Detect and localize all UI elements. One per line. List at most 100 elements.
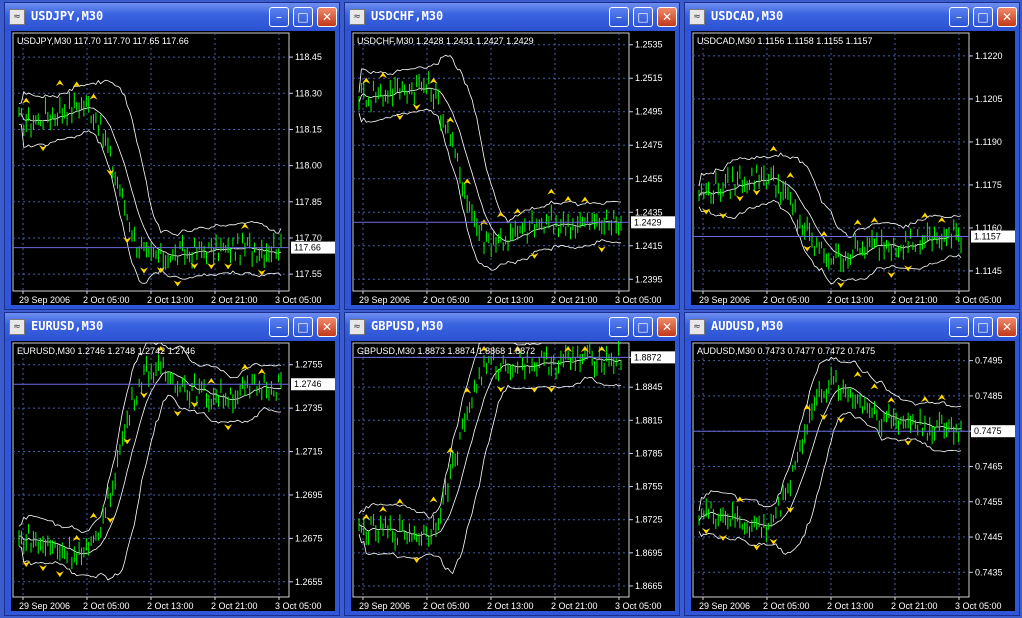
y-tick-label: 0.7455 xyxy=(975,497,1003,507)
close-icon[interactable]: ✕ xyxy=(317,7,337,27)
minimize-icon[interactable]: – xyxy=(269,317,289,337)
y-tick-label: 1.8845 xyxy=(635,382,663,392)
candlestick-plot: 1.12201.12051.11901.11751.11601.114529 S… xyxy=(692,32,1015,305)
chart-window-gbpusd[interactable]: ≈GBPUSD,M30–□✕1.88721.88451.88151.87851.… xyxy=(344,312,680,616)
candlestick-plot: 1.25351.25151.24951.24751.24551.24351.24… xyxy=(352,32,675,305)
close-icon[interactable]: ✕ xyxy=(997,317,1017,337)
fractal-up-arrow xyxy=(870,383,879,390)
x-tick-label: 2 Oct 13:00 xyxy=(147,295,194,305)
price-chart[interactable]: 118.45 118.30 118.15 118.00 117.85 117.70 117.… xyxy=(11,31,335,305)
lower-band-line xyxy=(698,412,962,555)
price-chart[interactable]: 1.1220 1.1205 1.1190 1.1175 1.1160 1.1145 29 S… xyxy=(691,31,1015,305)
chart-window-audusd[interactable]: ≈AUDUSD,M30–□✕0.74950.74850.74750.74650.… xyxy=(684,312,1020,616)
y-tick-label: 118.30 xyxy=(295,88,322,98)
price-chart[interactable]: 1.2755 1.2735 1.2715 1.2695 1.2675 1.2655 29 S… xyxy=(11,341,335,611)
fractal-down-arrow xyxy=(224,263,233,270)
minimize-icon[interactable]: – xyxy=(269,7,289,27)
y-tick-label: 1.2415 xyxy=(635,241,663,251)
y-tick-label: 1.1175 xyxy=(975,180,1002,190)
window-titlebar[interactable]: ≈ GBPUSD,M30 – □ ✕ xyxy=(345,313,679,341)
fractal-down-arrow xyxy=(530,252,539,259)
last-price-label: 117.66 xyxy=(294,243,321,253)
chart-window-icon[interactable]: ≈ xyxy=(9,9,25,25)
candlestick-plot: 118.45118.30118.15118.00117.85117.70117.… xyxy=(12,32,335,305)
lower-band-line xyxy=(18,124,282,284)
quote-info-text: EURUSD,M30 1.2746 1.2748 1.2742 1.2746 xyxy=(17,346,195,356)
window-titlebar[interactable]: ≈ USDCHF,M30 – □ ✕ xyxy=(345,3,679,31)
fractal-up-arrow xyxy=(887,397,896,404)
fractal-up-arrow xyxy=(240,223,249,230)
y-tick-label: 1.2755 xyxy=(295,360,323,370)
window-title: AUDUSD,M30 xyxy=(711,319,784,333)
y-tick-label: 0.7445 xyxy=(975,532,1003,542)
close-icon[interactable]: ✕ xyxy=(997,7,1017,27)
quote-info-text: USDJPY,M30 117.70 117.70 117.65 117.66 xyxy=(17,36,189,46)
y-tick-label: 1.1190 xyxy=(975,137,1002,147)
minimize-icon[interactable]: – xyxy=(609,317,629,337)
window-titlebar[interactable]: ≈ EURUSD,M30 – □ ✕ xyxy=(5,313,339,341)
price-chart[interactable]: 0.7495 0.7485 0.7475 0.7465 0.7455 0.7445 0.74… xyxy=(691,341,1015,611)
lower-band-line xyxy=(358,376,622,575)
fractal-down-arrow xyxy=(904,439,913,446)
y-tick-label: 0.7465 xyxy=(975,461,1003,471)
fractal-down-arrow xyxy=(412,104,421,111)
chart-window-eurusd[interactable]: ≈ EURUSD,M30– □ ✕ 1.2755 1.2735 1.2715 1.2695 1.… xyxy=(4,312,340,616)
x-tick-label: 3 Oct 05:00 xyxy=(275,601,322,611)
y-tick-label: 118.15 xyxy=(295,124,322,134)
maximize-icon[interactable]: □ xyxy=(293,317,313,337)
fractal-down-arrow xyxy=(123,237,132,244)
close-icon[interactable]: ✕ xyxy=(657,7,677,27)
middle-band-line xyxy=(698,177,962,259)
price-chart[interactable]: 1.8872 1.8845 1.8815 1.8785 1.8755 1.8725 1.86… xyxy=(351,341,675,611)
fractal-down-arrow xyxy=(735,195,744,202)
y-tick-label: 1.2455 xyxy=(635,174,663,184)
fractal-down-arrow xyxy=(257,269,266,276)
chart-window-icon[interactable]: ≈ xyxy=(9,319,25,335)
window-title: USDJPY,M30 xyxy=(31,9,104,23)
y-tick-label: 1.2735 xyxy=(295,403,323,413)
last-price-label: 0.7475 xyxy=(974,426,1002,436)
maximize-icon[interactable]: □ xyxy=(633,317,653,337)
middle-band-line xyxy=(698,387,962,527)
minimize-icon[interactable]: – xyxy=(949,7,969,27)
window-titlebar[interactable]: ≈ USDCAD,M30 – □ ✕ xyxy=(685,3,1019,31)
chart-window-usdjpy[interactable]: ≈ USDJPY,M30 – □ ✕ 118.45 118.30 118.15 118.00 11… xyxy=(4,2,340,310)
maximize-icon[interactable]: □ xyxy=(973,7,993,27)
y-tick-label: 1.8665 xyxy=(635,581,663,591)
x-tick-label: 2 Oct 21:00 xyxy=(551,295,598,305)
x-tick-label: 2 Oct 13:00 xyxy=(487,295,534,305)
fractal-up-arrow xyxy=(429,77,438,84)
window-title: EURUSD,M30 xyxy=(31,319,104,333)
x-tick-label: 3 Oct 05:00 xyxy=(955,295,1002,305)
maximize-icon[interactable]: □ xyxy=(293,7,313,27)
fractal-down-arrow xyxy=(173,280,182,287)
x-tick-label: 3 Oct 05:00 xyxy=(275,295,322,305)
y-tick-label: 1.2435 xyxy=(635,207,663,217)
maximize-icon[interactable]: □ xyxy=(633,7,653,27)
x-tick-label: 2 Oct 21:00 xyxy=(551,601,598,611)
minimize-icon[interactable]: – xyxy=(609,7,629,27)
chart-window-icon[interactable]: ≈ xyxy=(349,319,365,335)
y-tick-label: 118.45 xyxy=(295,52,322,62)
y-tick-label: 1.2695 xyxy=(295,490,323,500)
window-titlebar[interactable]: ≈ USDJPY,M30 – □ ✕ xyxy=(5,3,339,31)
minimize-icon[interactable]: – xyxy=(949,317,969,337)
x-tick-label: 3 Oct 05:00 xyxy=(955,601,1002,611)
chart-window-usdcad[interactable]: ≈ USDCAD,M30 – □ ✕ 1.1220 1.1205 1.1190 1.1175 1.… xyxy=(684,2,1020,310)
fractal-down-arrow xyxy=(836,281,845,288)
fractal-down-arrow xyxy=(207,263,216,270)
window-titlebar[interactable]: ≈ AUDUSD,M30 – □ ✕ xyxy=(685,313,1019,341)
close-icon[interactable]: ✕ xyxy=(317,317,337,337)
chart-window-icon[interactable]: ≈ xyxy=(689,319,705,335)
y-tick-label: 1.2715 xyxy=(295,447,323,457)
chart-window-icon[interactable]: ≈ xyxy=(349,9,365,25)
close-icon[interactable]: ✕ xyxy=(657,317,677,337)
y-tick-label: 0.7435 xyxy=(975,567,1003,577)
maximize-icon[interactable]: □ xyxy=(973,317,993,337)
candlestick-plot: 1.8872 1.8845 1.8815 1.8785 1.8755 1.8725 1.86… xyxy=(352,341,675,611)
chart-window-icon[interactable]: ≈ xyxy=(689,9,705,25)
fractal-down-arrow xyxy=(39,145,48,152)
price-chart[interactable]: 1.2535 1.2515 1.2495 1.2475 1.2455 1.2435 1.24… xyxy=(351,31,675,305)
x-tick-label: 2 Oct 05:00 xyxy=(83,295,130,305)
chart-window-usdchf[interactable]: ≈ USDCHF,M30 – □ ✕ 1.2535 1.2515 1.2495 1.2475 1.… xyxy=(344,2,680,310)
